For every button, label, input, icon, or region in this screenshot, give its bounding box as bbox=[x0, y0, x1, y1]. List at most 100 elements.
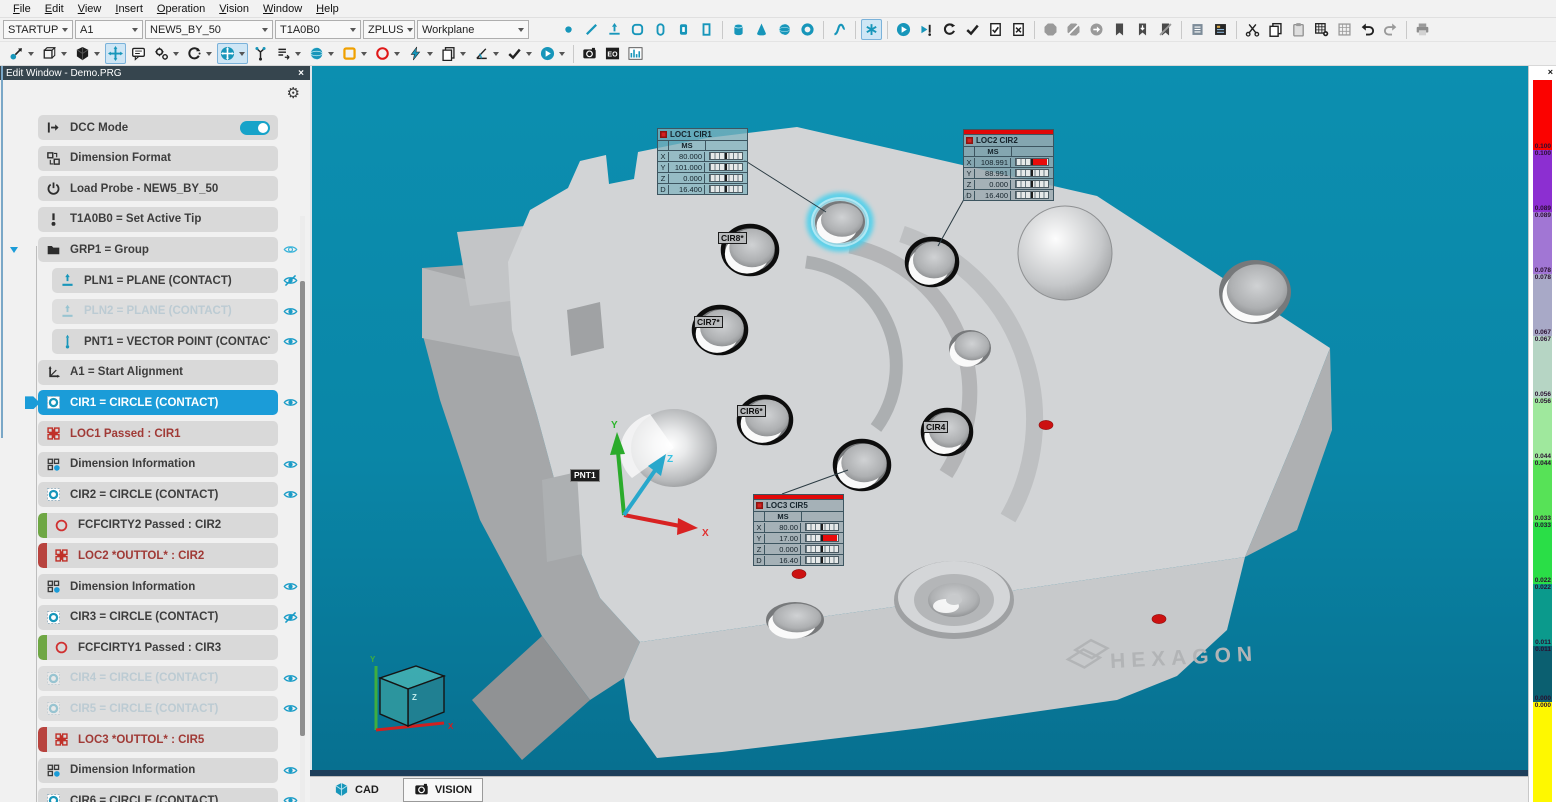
bookmark-clear-button[interactable] bbox=[1155, 19, 1176, 40]
cir6-hole[interactable] bbox=[739, 397, 791, 443]
cone-feature-button[interactable] bbox=[751, 19, 772, 40]
circle-feature-button[interactable] bbox=[627, 19, 648, 40]
execute-feature-button[interactable] bbox=[916, 19, 937, 40]
visibility-on-eye-icon[interactable] bbox=[283, 487, 299, 503]
copy-button[interactable] bbox=[1265, 19, 1286, 40]
edit-item-dimension[interactable]: Dimension Information bbox=[38, 452, 278, 477]
visibility-on-eye-icon[interactable] bbox=[283, 304, 299, 320]
chevron-down-icon[interactable] bbox=[61, 52, 67, 56]
cir2-hole[interactable] bbox=[907, 239, 957, 285]
dimension-label-loc2[interactable]: LOC2 CIR2MSX108.991Y88.991Z0.000D16.400 bbox=[963, 129, 1054, 201]
edit-item-cir1[interactable]: CIR1 = CIRCLE (CONTACT) bbox=[38, 390, 278, 415]
chevron-down-icon[interactable] bbox=[28, 52, 34, 56]
chevron-down-icon[interactable] bbox=[394, 52, 400, 56]
gage-circle-button[interactable] bbox=[372, 43, 403, 64]
visibility-off-eye-icon[interactable] bbox=[283, 273, 299, 289]
menu-insert[interactable]: Insert bbox=[108, 2, 150, 16]
edit-item-loc2[interactable]: LOC2 *OUTTOL* : CIR2 bbox=[38, 543, 278, 568]
duplicate-pages-button[interactable] bbox=[438, 43, 469, 64]
chevron-down-icon[interactable] bbox=[526, 52, 532, 56]
visibility-on-eye-icon[interactable] bbox=[283, 579, 299, 595]
loop-mode-button[interactable] bbox=[939, 19, 960, 40]
bookmark-jump-button[interactable] bbox=[1132, 19, 1153, 40]
cir1-hole[interactable] bbox=[810, 196, 870, 248]
accept-button[interactable] bbox=[504, 43, 535, 64]
edit-item-dimension[interactable]: Dimension Information bbox=[38, 574, 278, 599]
chevron-down-icon[interactable] bbox=[559, 52, 565, 56]
torus-feature-button[interactable] bbox=[797, 19, 818, 40]
alignment-dropdown[interactable]: A1 bbox=[75, 20, 143, 39]
chevron-down-icon[interactable] bbox=[206, 52, 212, 56]
visibility-on-eye-icon[interactable] bbox=[283, 701, 299, 717]
edit-item-a1[interactable]: A1 = Start Alignment bbox=[38, 360, 278, 385]
chevron-down-icon[interactable] bbox=[460, 52, 466, 56]
workplane-mode-dropdown[interactable]: Workplane bbox=[417, 20, 529, 39]
point-feature-button[interactable] bbox=[558, 19, 579, 40]
snapshot-camera-button[interactable] bbox=[579, 43, 600, 64]
hole[interactable] bbox=[1219, 260, 1291, 324]
cut-button[interactable] bbox=[1242, 19, 1263, 40]
edit-item-loc3[interactable]: LOC3 *OUTTOL* : CIR5 bbox=[38, 727, 278, 752]
workplane-dropdown[interactable]: ZPLUS bbox=[363, 20, 415, 39]
document-edit-button[interactable] bbox=[1008, 19, 1029, 40]
view-cube[interactable]: Y X Z bbox=[370, 655, 454, 731]
menu-operation[interactable]: Operation bbox=[150, 2, 212, 16]
close-icon[interactable]: × bbox=[298, 68, 304, 79]
probe-path-button[interactable] bbox=[250, 43, 271, 64]
report-template-button[interactable] bbox=[1210, 19, 1231, 40]
continue-button[interactable] bbox=[1086, 19, 1107, 40]
cir5-hole[interactable] bbox=[835, 441, 889, 489]
edit-item-cir5[interactable]: CIR5 = CIRCLE (CONTACT) bbox=[38, 696, 278, 721]
startup-dropdown[interactable]: STARTUP bbox=[3, 20, 73, 39]
view-setup-button[interactable] bbox=[39, 43, 70, 64]
plane-feature-button[interactable] bbox=[604, 19, 625, 40]
feature-tag-cir4[interactable]: CIR4 bbox=[923, 421, 948, 433]
feature-list-button[interactable] bbox=[273, 43, 304, 64]
rotate-view-button[interactable] bbox=[184, 43, 215, 64]
sphere-feature-button[interactable] bbox=[774, 19, 795, 40]
exposure-tool-button[interactable]: EO bbox=[602, 43, 623, 64]
edit-item-dcc[interactable]: DCC Mode bbox=[38, 115, 278, 140]
chevron-down-icon[interactable] bbox=[328, 52, 334, 56]
visibility-off-eye-icon[interactable] bbox=[283, 610, 299, 626]
print-button[interactable] bbox=[1412, 19, 1433, 40]
chevron-down-icon[interactable] bbox=[427, 52, 433, 56]
report-window-button[interactable] bbox=[1187, 19, 1208, 40]
close-icon[interactable]: × bbox=[1548, 66, 1553, 78]
probe-toolbox-button[interactable] bbox=[151, 43, 182, 64]
cir7-hole[interactable] bbox=[694, 307, 746, 353]
dcc-mode-toggle[interactable] bbox=[240, 121, 270, 135]
rectangle-feature-button[interactable] bbox=[696, 19, 717, 40]
edit-item-fcfcirty2[interactable]: FCFCIRTY2 Passed : CIR2 bbox=[38, 513, 278, 538]
feature-tag-cir8[interactable]: CIR8* bbox=[718, 232, 747, 244]
tip-dropdown[interactable]: T1A0B0 bbox=[275, 20, 361, 39]
gage-rectangle-button[interactable] bbox=[339, 43, 370, 64]
confirm-button[interactable] bbox=[962, 19, 983, 40]
bookmark-button[interactable] bbox=[1109, 19, 1130, 40]
feature-tag-cir6[interactable]: CIR6* bbox=[737, 405, 766, 417]
chevron-down-icon[interactable] bbox=[361, 52, 367, 56]
edit-item-fcfcirty1[interactable]: FCFCIRTY1 Passed : CIR3 bbox=[38, 635, 278, 660]
visibility-on-eye-icon[interactable] bbox=[283, 457, 299, 473]
chevron-down-icon[interactable] bbox=[173, 52, 179, 56]
cylinder-feature-button[interactable] bbox=[728, 19, 749, 40]
feature-tag-pnt1[interactable]: PNT1 bbox=[570, 469, 600, 482]
pattern-button[interactable] bbox=[1334, 19, 1355, 40]
edit-item-pln1[interactable]: PLN1 = PLANE (CONTACT) bbox=[52, 268, 278, 293]
menu-help[interactable]: Help bbox=[309, 2, 346, 16]
probe-dropdown[interactable]: NEW5_BY_50 bbox=[145, 20, 273, 39]
visibility-on-eye-icon[interactable] bbox=[283, 334, 299, 350]
edit-item-cir6[interactable]: CIR6 = CIRCLE (CONTACT) bbox=[38, 788, 278, 802]
stop-all-button[interactable] bbox=[1063, 19, 1084, 40]
edit-item-dimension[interactable]: Dimension Information bbox=[38, 758, 278, 783]
menu-vision[interactable]: Vision bbox=[212, 2, 256, 16]
visibility-on-eye-icon[interactable] bbox=[283, 763, 299, 779]
panel-scrollbar-thumb[interactable] bbox=[300, 281, 305, 736]
probe-mode-button[interactable] bbox=[6, 43, 37, 64]
menu-view[interactable]: View bbox=[71, 2, 109, 16]
line-feature-button[interactable] bbox=[581, 19, 602, 40]
move-machine-button[interactable] bbox=[217, 43, 248, 64]
tree-collapse-arrow-icon[interactable] bbox=[10, 247, 18, 253]
document-check-button[interactable] bbox=[985, 19, 1006, 40]
gear-icon[interactable]: ⚙ bbox=[287, 86, 300, 101]
